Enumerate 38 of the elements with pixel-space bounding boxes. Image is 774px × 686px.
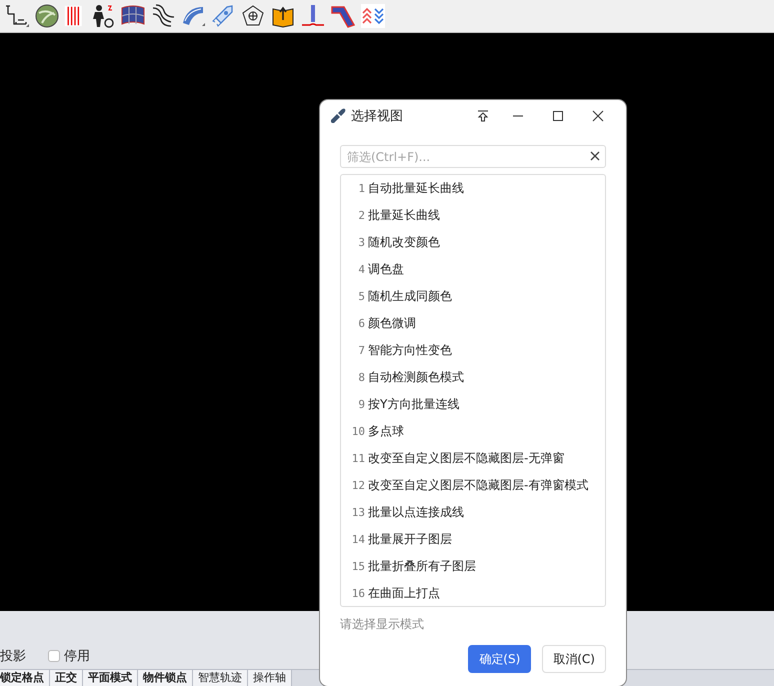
list-item[interactable]: 7 智能方向性变色 bbox=[341, 337, 605, 364]
dialog-title: 选择视图 bbox=[351, 108, 403, 124]
status-toggle[interactable]: 锁定格点 bbox=[0, 670, 50, 686]
dimension-icon[interactable] bbox=[4, 3, 30, 29]
list-item[interactable]: 3 随机改变颜色 bbox=[341, 229, 605, 256]
cancel-button[interactable]: 取消(C) bbox=[542, 645, 606, 673]
confirm-button[interactable]: 确定(S) bbox=[468, 645, 532, 673]
close-icon[interactable] bbox=[592, 110, 604, 122]
maximize-icon[interactable] bbox=[552, 110, 564, 122]
list-item[interactable]: 2 批量延长曲线 bbox=[341, 202, 605, 229]
list-item[interactable]: 16 在曲面上打点 bbox=[341, 580, 605, 607]
list-item[interactable]: 14 批量展开子图层 bbox=[341, 526, 605, 553]
status-toggle[interactable]: 操作轴 bbox=[248, 670, 292, 686]
list-item[interactable]: 8 自动检测颜色模式 bbox=[341, 364, 605, 391]
projection-label: 投影 bbox=[0, 648, 26, 665]
status-toggle[interactable]: 平面模式 bbox=[83, 670, 138, 686]
list-item[interactable]: 13 批量以点连接成线 bbox=[341, 499, 605, 526]
worker-icon[interactable] bbox=[90, 3, 116, 29]
hint-text: 请选择显示模式 bbox=[340, 616, 425, 633]
pen-icon bbox=[330, 108, 346, 124]
clear-icon[interactable] bbox=[590, 151, 600, 161]
chevrons-icon[interactable] bbox=[360, 3, 386, 29]
list-item[interactable]: 4 调色盘 bbox=[341, 256, 605, 283]
status-toggle[interactable]: 物件锁点 bbox=[138, 670, 193, 686]
disable-checkbox[interactable]: 停用 bbox=[48, 647, 90, 665]
status-toggle[interactable]: 正交 bbox=[50, 670, 83, 686]
curves-icon[interactable] bbox=[150, 3, 176, 29]
list-item[interactable]: 11 改变至自定义图层不隐藏图层-无弹窗 bbox=[341, 445, 605, 472]
filter-field[interactable]: 筛选(Ctrl+F)... bbox=[340, 145, 606, 168]
list-item[interactable]: 9 按Y方向批量连线 bbox=[341, 391, 605, 418]
list-item[interactable]: 5 随机生成同颜色 bbox=[341, 283, 605, 310]
list-item[interactable]: 10 多点球 bbox=[341, 418, 605, 445]
pin-top-icon[interactable] bbox=[477, 110, 489, 122]
list-item[interactable]: 12 改变至自定义图层不隐藏图层-有弹窗模式 bbox=[341, 472, 605, 499]
list-item[interactable]: 15 批量折叠所有子图层 bbox=[341, 553, 605, 580]
list-item[interactable]: 1 自动批量延长曲线 bbox=[341, 175, 605, 202]
list-item[interactable]: 6 颜色微调 bbox=[341, 310, 605, 337]
status-toggle[interactable]: 智慧轨迹 bbox=[193, 670, 248, 686]
